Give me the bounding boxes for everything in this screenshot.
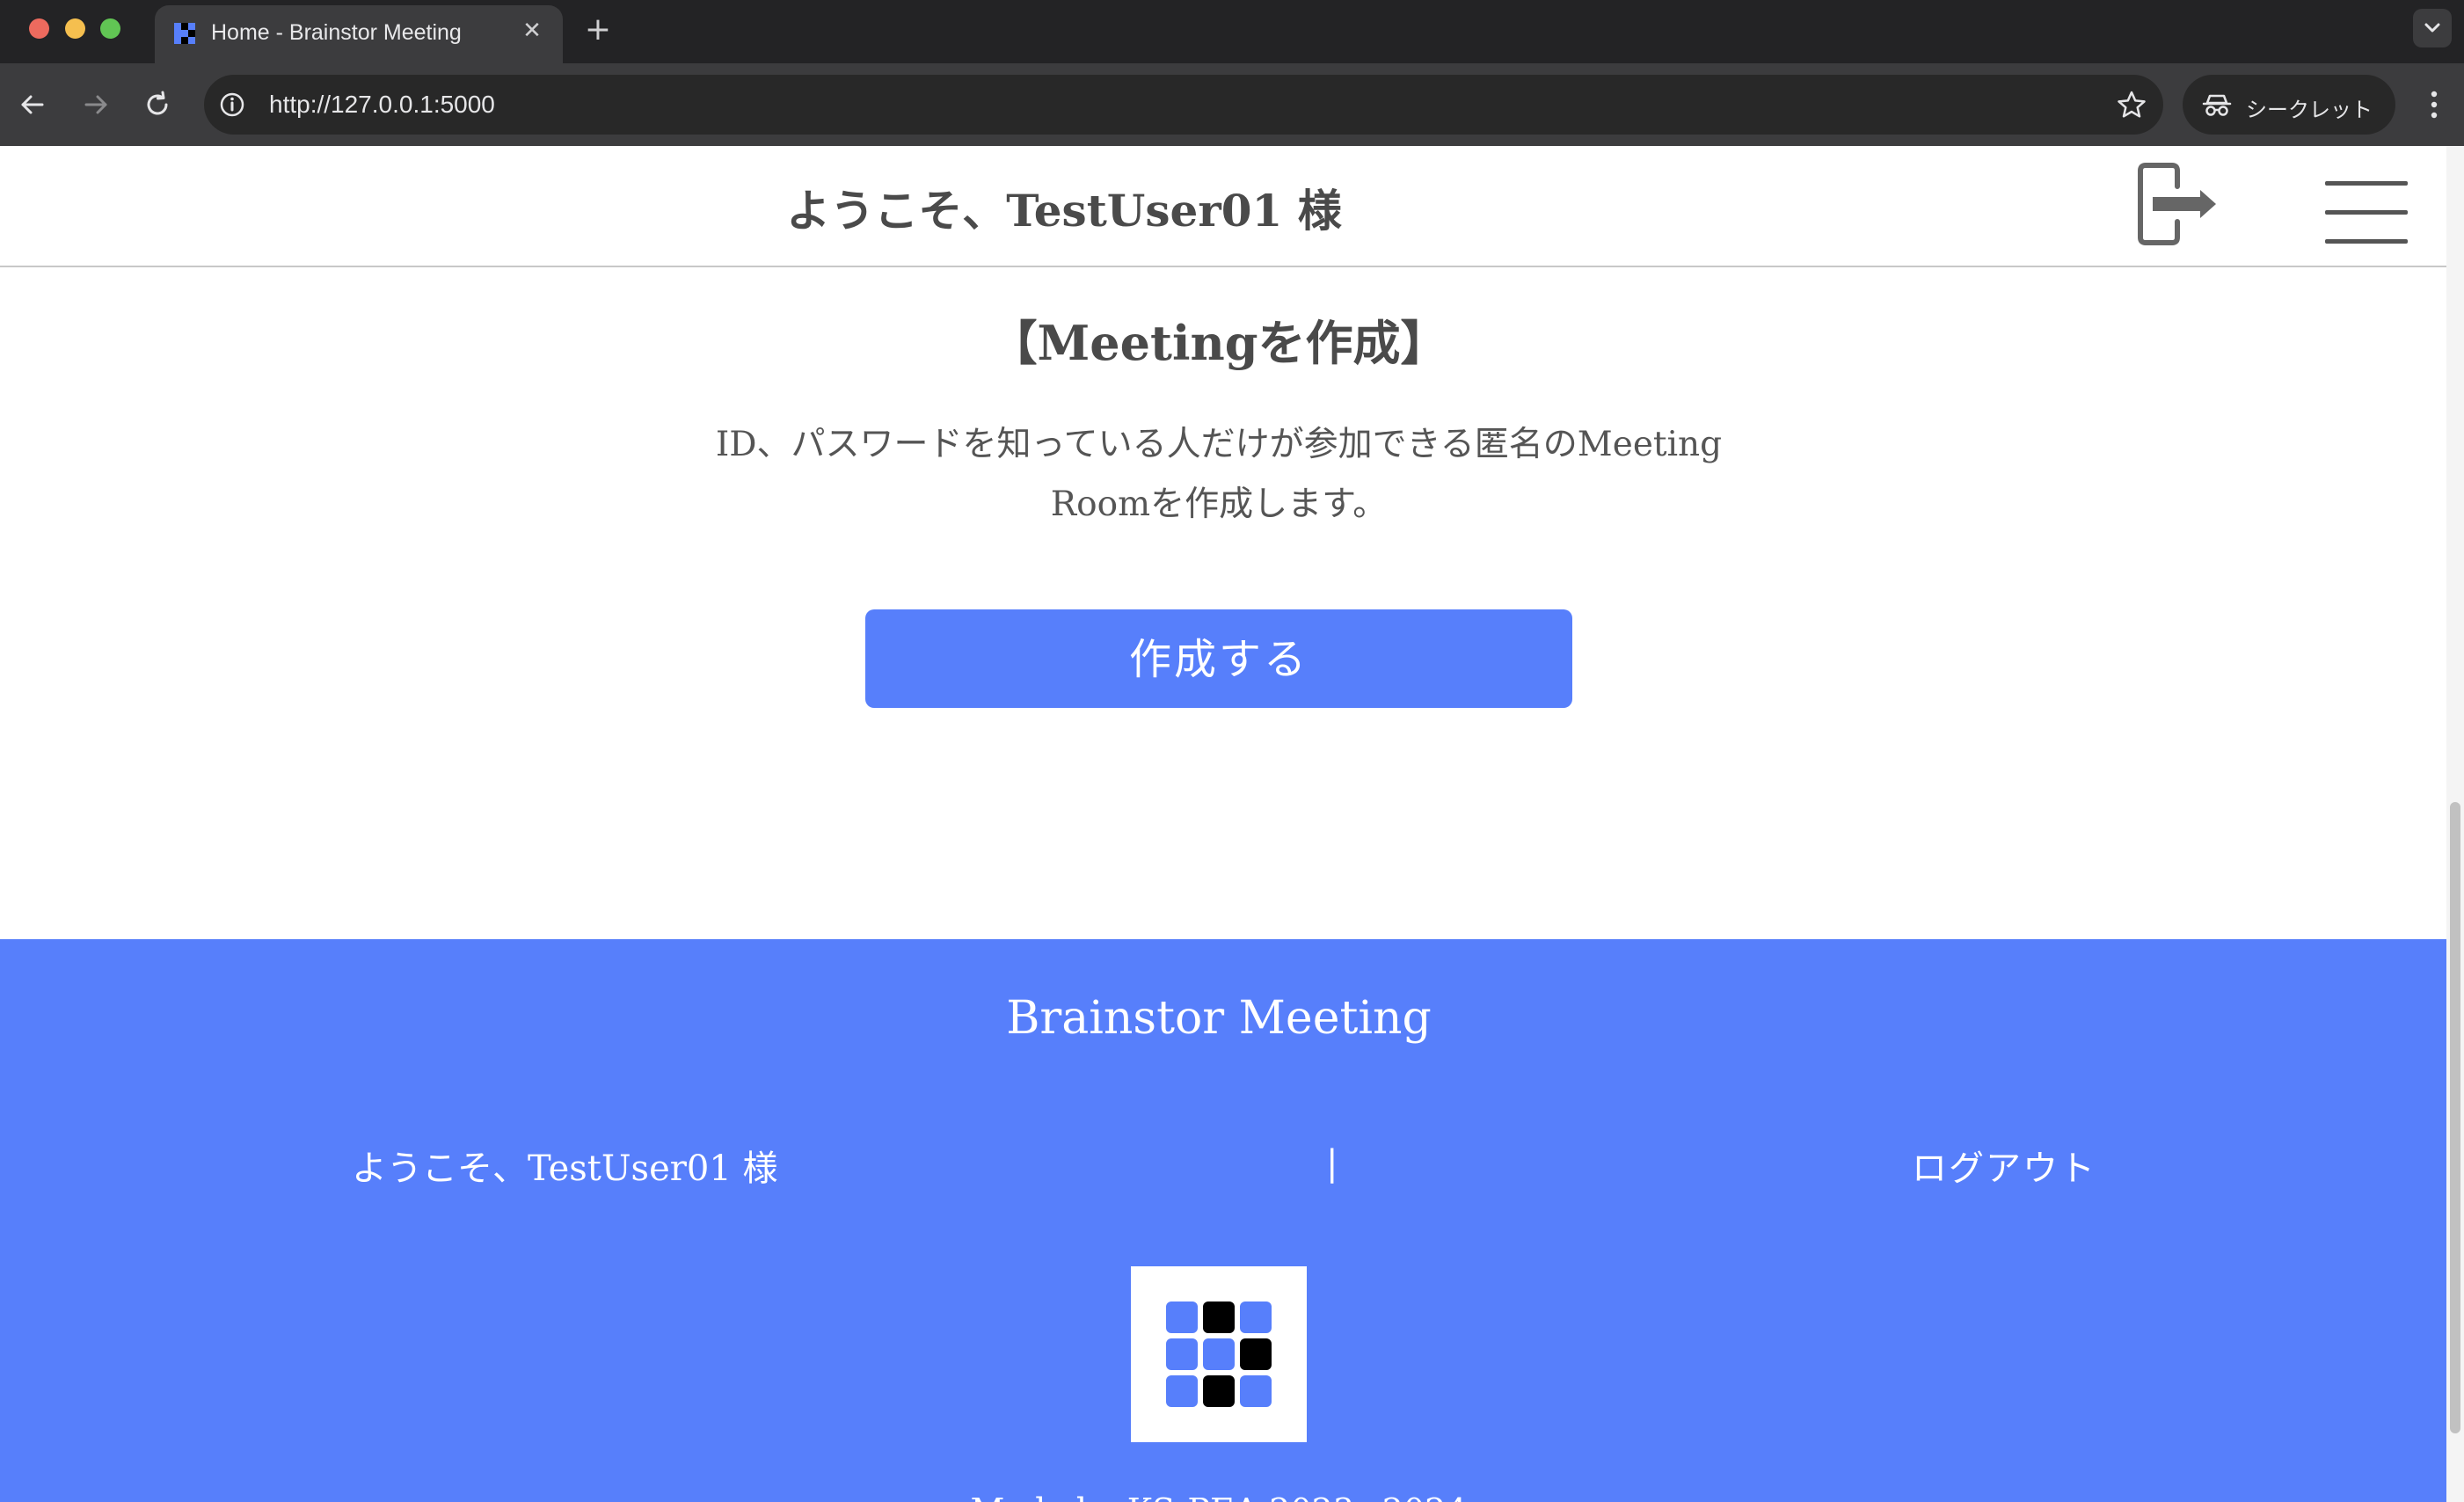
back-arrow-icon[interactable] xyxy=(12,84,53,125)
address-bar[interactable]: http://127.0.0.1:5000 xyxy=(204,75,2163,135)
tab-list-button[interactable] xyxy=(2413,9,2452,47)
browser-menu-icon[interactable] xyxy=(2417,84,2452,125)
incognito-label: シークレット xyxy=(2246,98,2373,122)
scrollbar-thumb[interactable] xyxy=(2450,802,2460,1433)
footer-separator: | xyxy=(1326,1143,1338,1184)
bookmark-star-icon[interactable] xyxy=(2116,89,2147,120)
section-description: ID、パスワードを知っている人だけが参加できる匿名のMeeting Roomを作… xyxy=(715,425,1723,524)
logo-cell xyxy=(1166,1301,1198,1333)
window-minimize-button[interactable] xyxy=(65,18,85,39)
site-footer: Brainstor Meeting ようこそ、TestUser01 様 | ログ… xyxy=(0,939,2446,1502)
chevron-down-icon xyxy=(2424,23,2440,33)
window-zoom-button[interactable] xyxy=(100,18,120,39)
section-title: 【Meetingを作成】 xyxy=(989,315,1448,371)
logo-cell xyxy=(1240,1375,1272,1407)
browser-tab-bar: Home - Brainstor Meeting ✕ + xyxy=(0,0,2464,63)
logo-cell xyxy=(1203,1301,1235,1333)
tab-close-icon[interactable]: ✕ xyxy=(519,18,545,44)
site-info-icon[interactable] xyxy=(218,91,246,119)
logo-cell xyxy=(1203,1338,1235,1370)
footer-welcome: ようこそ、TestUser01 様 xyxy=(352,1148,778,1189)
tab-title: Home - Brainstor Meeting xyxy=(211,20,462,45)
incognito-indicator[interactable]: シークレット xyxy=(2183,75,2395,135)
hamburger-line xyxy=(2325,181,2408,186)
forward-arrow-icon[interactable] xyxy=(76,84,116,125)
hamburger-line xyxy=(2325,239,2408,244)
browser-toolbar: http://127.0.0.1:5000 シークレット xyxy=(0,63,2464,146)
logo-cell xyxy=(1240,1338,1272,1370)
footer-brand: Brainstor Meeting xyxy=(1006,992,1432,1045)
footer-logo xyxy=(1131,1266,1307,1442)
incognito-icon xyxy=(2202,94,2232,116)
footer-copyright: Made by KS-PEA 2023~2024 xyxy=(0,1491,2438,1502)
url-text[interactable]: http://127.0.0.1:5000 xyxy=(269,91,495,119)
page-scrollbar[interactable] xyxy=(2446,146,2464,1502)
browser-tab-active[interactable]: Home - Brainstor Meeting ✕ xyxy=(155,5,563,63)
page-viewport: ようこそ、TestUser01 様 【Meetingを作成】 ID、パスワードを… xyxy=(0,146,2446,1502)
new-tab-icon[interactable]: + xyxy=(580,12,616,47)
create-meeting-button[interactable]: 作成する xyxy=(865,609,1572,708)
welcome-message: ようこそ、TestUser01 様 xyxy=(786,185,1342,237)
favicon-icon xyxy=(174,23,195,44)
logout-icon[interactable] xyxy=(2132,160,2220,248)
hamburger-line xyxy=(2325,210,2408,215)
logo-cell xyxy=(1166,1375,1198,1407)
logo-cell xyxy=(1240,1301,1272,1333)
logo-cell xyxy=(1166,1338,1198,1370)
logo-cell xyxy=(1203,1375,1235,1407)
hamburger-menu-icon[interactable] xyxy=(2325,181,2408,244)
footer-logout-link[interactable]: ログアウト xyxy=(1912,1140,2096,1191)
reload-icon[interactable] xyxy=(137,84,178,125)
site-header: ようこそ、TestUser01 様 xyxy=(0,146,2446,267)
window-close-button[interactable] xyxy=(29,18,49,39)
